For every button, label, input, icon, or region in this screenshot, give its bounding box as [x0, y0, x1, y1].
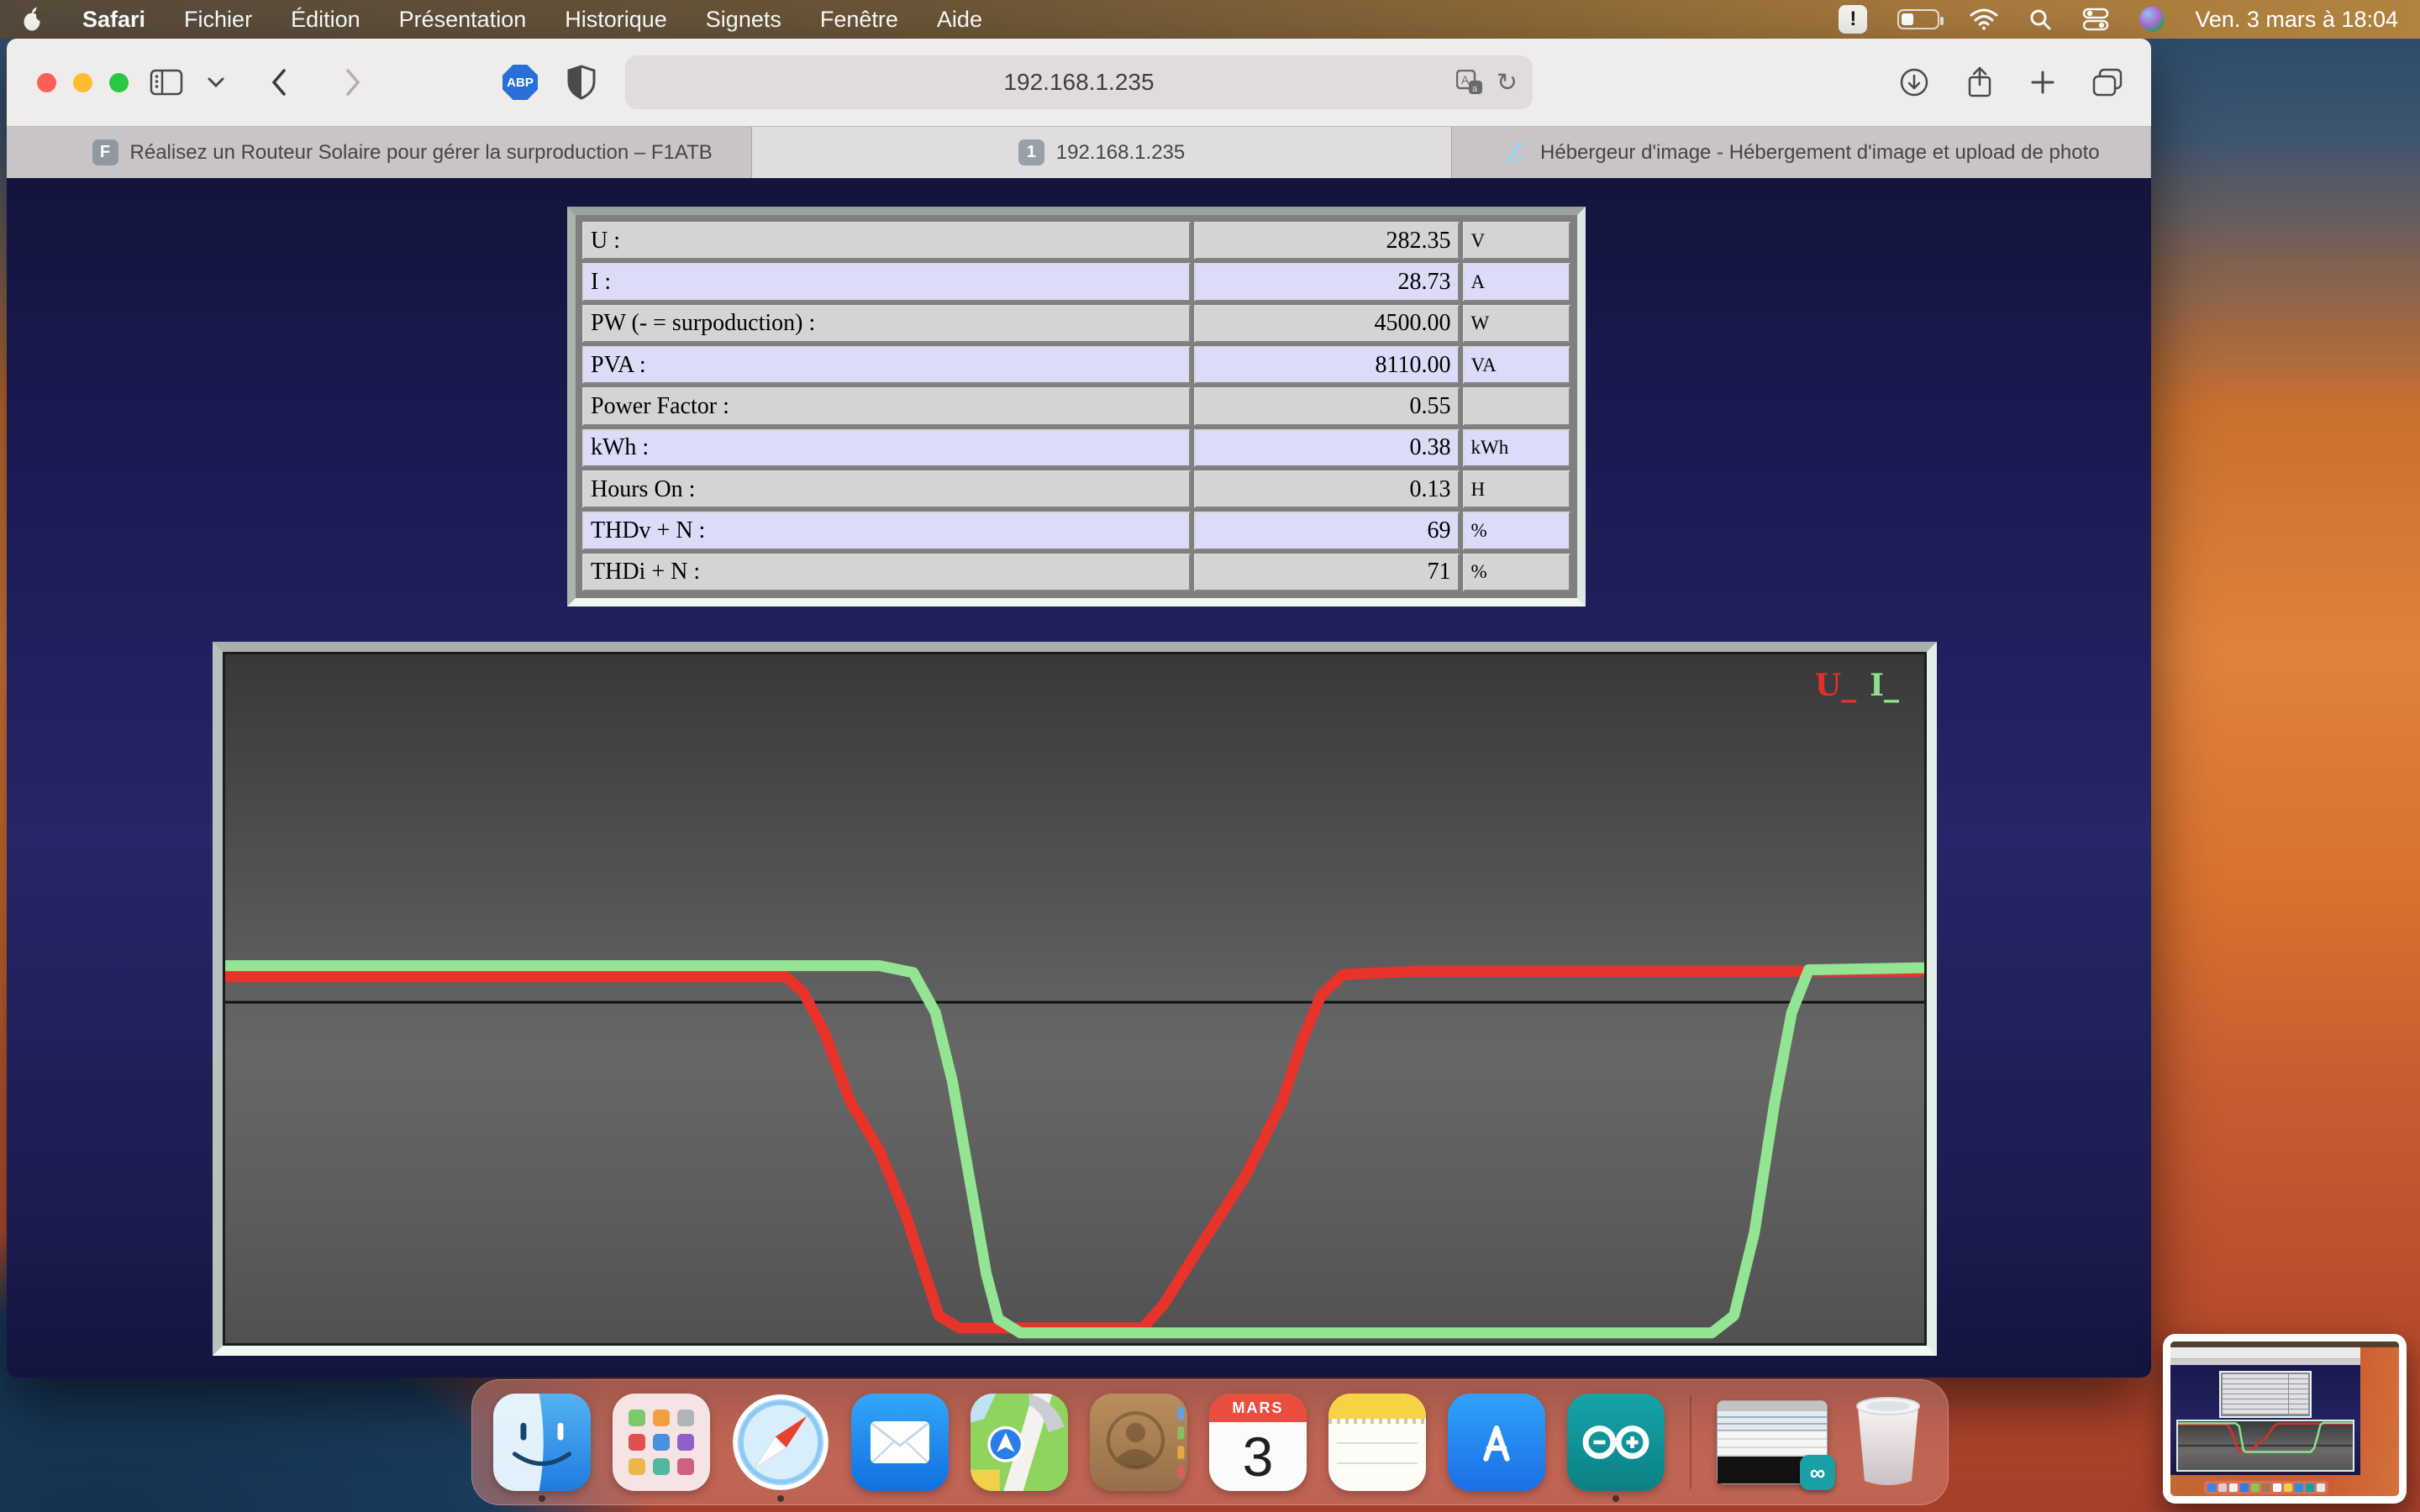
table-row: Hours On :0.13H: [582, 470, 1570, 508]
series-U: [225, 971, 1924, 1328]
tab-bar: F Réalisez un Routeur Solaire pour gérer…: [7, 126, 2151, 178]
table-row: I :28.73A: [582, 263, 1570, 301]
dock-finder-icon[interactable]: [493, 1394, 591, 1491]
dock-separator: [1690, 1395, 1691, 1489]
reload-icon[interactable]: ↻: [1497, 68, 1518, 97]
thumbnail-table: [2221, 1373, 2310, 1416]
measurements-table-frame: U :282.35V I :28.73A PW (- = surpoductio…: [567, 207, 1586, 606]
dock-trash-icon[interactable]: [1849, 1395, 1927, 1489]
window-close-button[interactable]: [37, 73, 56, 92]
table-row: PVA :8110.00VA: [582, 346, 1570, 384]
wifi-icon[interactable]: [1970, 8, 1998, 30]
adblock-plus-extension-icon[interactable]: ABP: [502, 65, 538, 100]
svg-text:a: a: [1472, 84, 1478, 94]
tab-overview-button[interactable]: [2092, 68, 2123, 97]
dock-appstore-icon[interactable]: [1448, 1394, 1545, 1491]
dock-mail-icon[interactable]: [851, 1394, 949, 1491]
tab-router-active[interactable]: 1 192.168.1.235: [752, 127, 1451, 178]
new-tab-button[interactable]: [2030, 70, 2055, 95]
calendar-day: 3: [1209, 1422, 1307, 1491]
menu-fenetre[interactable]: Fenêtre: [820, 7, 898, 33]
menu-signets[interactable]: Signets: [706, 7, 781, 33]
address-bar-url[interactable]: 192.168.1.235: [1003, 69, 1154, 96]
shield-extension-icon[interactable]: [566, 65, 597, 100]
screenshot-preview-thumbnail[interactable]: [2163, 1334, 2407, 1504]
table-row: THDv + N :69%: [582, 512, 1570, 549]
running-indicator: [539, 1495, 545, 1502]
table-row: PW (- = surpoduction) :4500.00W: [582, 305, 1570, 343]
waveform-plot: U_ I_: [223, 652, 1927, 1346]
menu-bar-clock[interactable]: Ven. 3 mars à 18:04: [2195, 7, 2398, 33]
tab-favicon-f1atb: F: [92, 139, 118, 165]
thumbnail-chart: [2176, 1420, 2354, 1472]
translate-icon[interactable]: Aa: [1456, 70, 1483, 95]
menu-edition[interactable]: Édition: [291, 7, 360, 33]
dock-minimized-arduino-window[interactable]: ∞: [1717, 1400, 1828, 1484]
table-row: kWh :0.38kWh: [582, 429, 1570, 467]
sidebar-toggle-button[interactable]: [150, 69, 183, 96]
tab-label: 192.168.1.235: [1056, 141, 1185, 165]
legend-u: U_: [1815, 668, 1856, 703]
calendar-month: MARS: [1209, 1394, 1307, 1422]
series-I: [225, 966, 1924, 1333]
dock: MARS 3: [471, 1379, 1949, 1505]
address-bar[interactable]: 192.168.1.235 Aa ↻: [625, 55, 1533, 109]
dock-contacts-icon[interactable]: [1090, 1394, 1187, 1491]
safari-window: ABP 192.168.1.235 Aa ↻: [7, 39, 2151, 1378]
dock-arduino-icon[interactable]: [1567, 1394, 1665, 1491]
spotlight-search-icon[interactable]: [2028, 8, 2052, 31]
measurements-table: U :282.35V I :28.73A PW (- = surpoductio…: [579, 218, 1574, 595]
notification-alert-icon[interactable]: !: [1839, 5, 1867, 34]
running-indicator: [1612, 1495, 1619, 1502]
dock-calendar-icon[interactable]: MARS 3: [1209, 1394, 1307, 1491]
legend-i: I_: [1870, 668, 1899, 703]
thumbnail-menubar: [2170, 1341, 2399, 1347]
siri-icon[interactable]: [2139, 7, 2165, 32]
table-row: Power Factor :0.55: [582, 387, 1570, 425]
window-minimize-button[interactable]: [73, 73, 92, 92]
tab-favicon-router: 1: [1018, 139, 1044, 165]
menu-fichier[interactable]: Fichier: [184, 7, 252, 33]
menu-historique[interactable]: Historique: [565, 7, 667, 33]
table-row: U :282.35V: [582, 222, 1570, 260]
tab-label: Hébergeur d'image - Hébergement d'image …: [1540, 141, 2100, 165]
back-button[interactable]: [271, 68, 287, 97]
sidebar-chevron-down-icon[interactable]: [207, 76, 225, 88]
table-row: THDi + N :71%: [582, 554, 1570, 591]
window-zoom-button[interactable]: [109, 73, 129, 92]
tab-f1atb[interactable]: F Réalisez un Routeur Solaire pour gérer…: [53, 127, 752, 178]
svg-text:A: A: [1461, 73, 1470, 87]
menu-presentation[interactable]: Présentation: [399, 7, 527, 33]
apple-menu-icon[interactable]: [22, 7, 44, 32]
forward-button[interactable]: [345, 68, 361, 97]
waveform-svg: [225, 654, 1924, 1343]
thumbnail-dock: [2204, 1481, 2328, 1494]
dock-launchpad-icon[interactable]: [613, 1394, 710, 1491]
desktop: Safari Fichier Édition Présentation Hist…: [0, 0, 2420, 1512]
menu-app-name[interactable]: Safari: [82, 7, 145, 33]
dock-maps-icon[interactable]: [971, 1394, 1068, 1491]
tab-favicon-zupimages: Z: [1502, 139, 1528, 165]
series-U: [2178, 1424, 2353, 1452]
dock-safari-icon[interactable]: [732, 1394, 829, 1491]
arduino-badge-icon: ∞: [1800, 1455, 1835, 1490]
chart-legend: U_ I_: [1815, 668, 1899, 703]
menu-aide[interactable]: Aide: [937, 7, 982, 33]
downloads-button[interactable]: [1899, 67, 1929, 97]
battery-icon[interactable]: [1897, 9, 1939, 29]
tab-image-host[interactable]: Z Hébergeur d'image - Hébergement d'imag…: [1452, 127, 2151, 178]
thumbnail-safari-window: [2170, 1347, 2360, 1475]
running-indicator: [777, 1495, 784, 1502]
waveform-chart-frame: U_ I_: [213, 642, 1937, 1356]
thumbnail-screen: [2170, 1341, 2399, 1496]
menu-bar: Safari Fichier Édition Présentation Hist…: [0, 0, 2420, 39]
control-center-icon[interactable]: [2082, 8, 2109, 31]
safari-toolbar: ABP 192.168.1.235 Aa ↻: [7, 39, 2151, 126]
page-content: U :282.35V I :28.73A PW (- = surpoductio…: [7, 178, 2151, 1378]
share-button[interactable]: [1966, 66, 1993, 98]
tab-label: Réalisez un Routeur Solaire pour gérer l…: [130, 141, 713, 165]
dock-notes-icon[interactable]: [1328, 1394, 1426, 1491]
